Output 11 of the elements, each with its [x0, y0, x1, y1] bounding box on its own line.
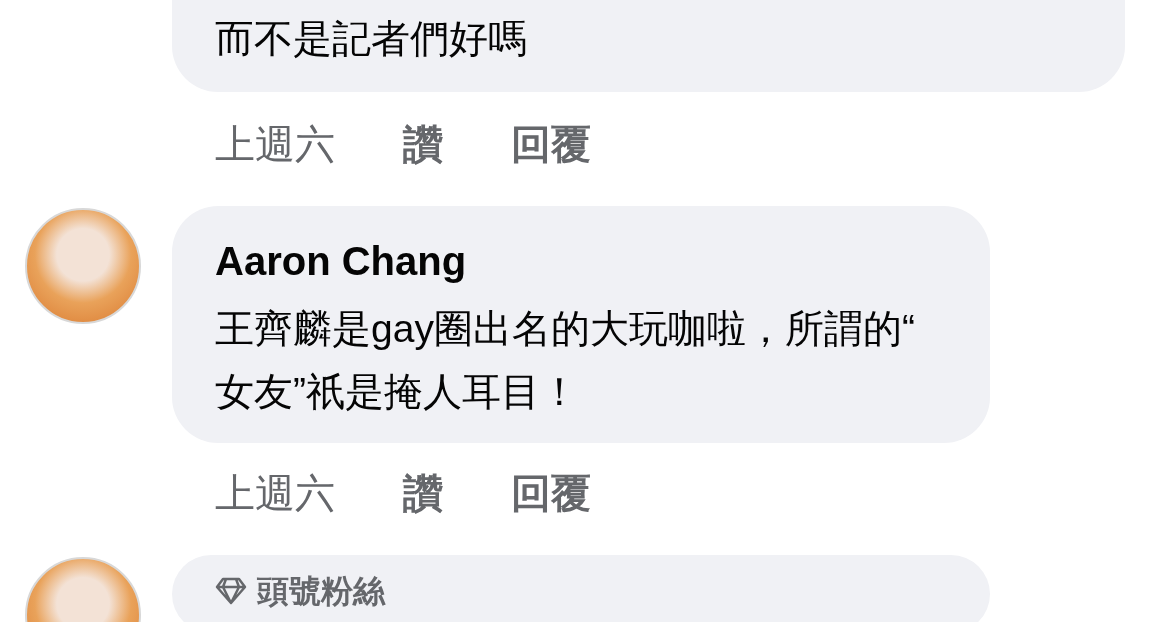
comment-time[interactable]: 上週六: [215, 465, 335, 521]
comment-time[interactable]: 上週六: [215, 116, 335, 172]
comment-text: 而不是記者們好嗎: [215, 16, 528, 62]
author-name[interactable]: Aaron Chang: [215, 236, 950, 286]
comment-text: 王齊麟是gay圈出名的大玩咖啦，所謂的“ 女友”祇是掩人耳目！: [215, 306, 916, 415]
reply-link[interactable]: 回覆: [511, 465, 591, 521]
reply-link[interactable]: 回覆: [511, 116, 591, 172]
like-link[interactable]: 讚: [403, 465, 443, 521]
badge-label: 頭號粉絲: [257, 572, 385, 611]
diamond-icon: [215, 577, 247, 605]
like-link[interactable]: 讚: [403, 116, 443, 172]
